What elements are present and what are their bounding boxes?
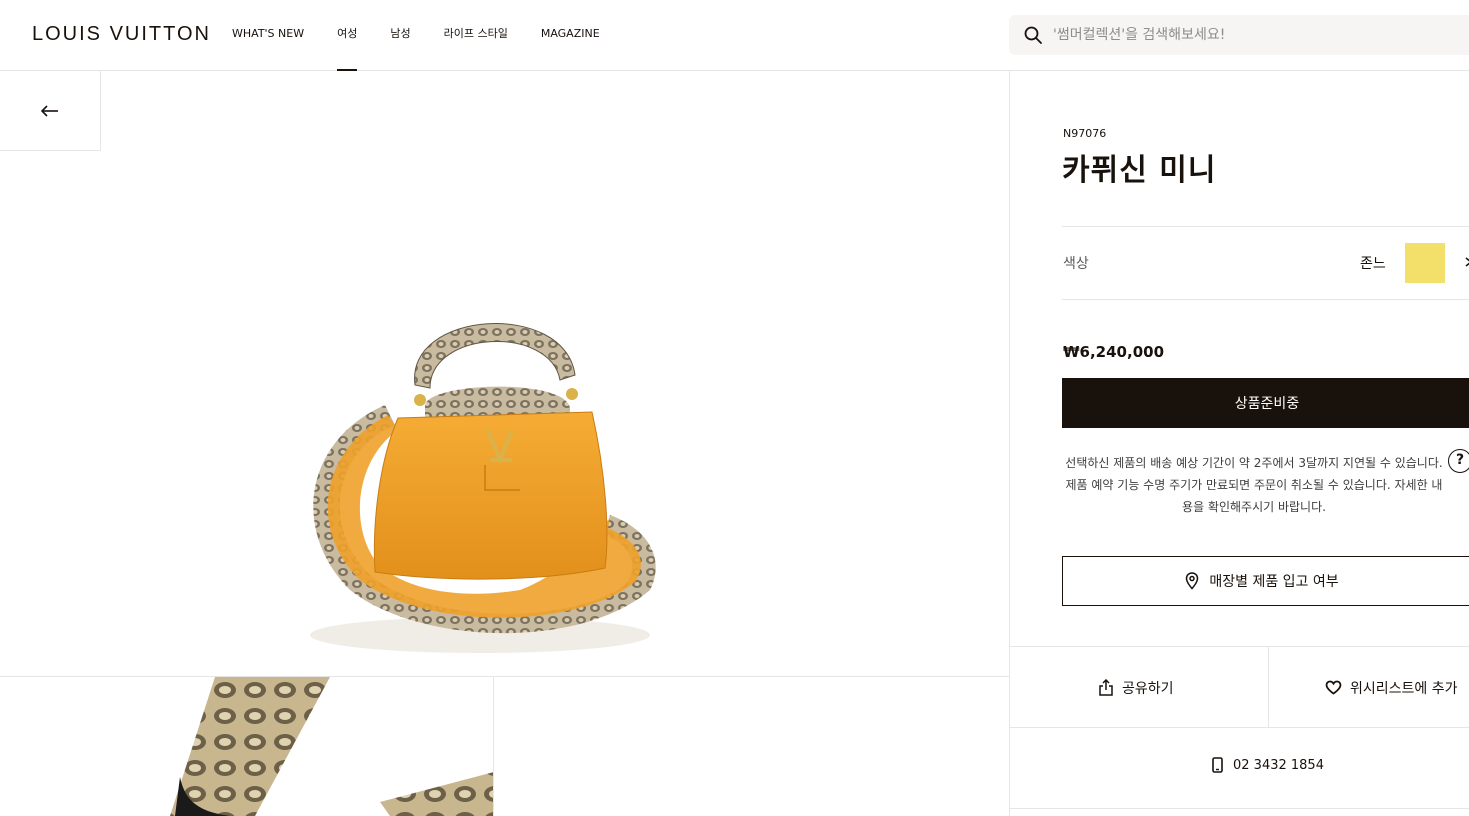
phone-number: 02 3432 1854 [1233, 757, 1324, 773]
product-title: 카퓌신 미니 [1062, 153, 1217, 188]
phone-contact[interactable]: 02 3432 1854 [1212, 757, 1324, 773]
action-row: 공유하기 위시리스트에 추가 [1010, 646, 1469, 728]
arrow-left-icon [41, 104, 58, 117]
color-value[interactable]: 존느 [1360, 253, 1386, 273]
python-detail-image [170, 677, 493, 816]
nav-item-women[interactable]: 여성 [337, 0, 358, 71]
delivery-notice: 선택하신 제품의 배송 예상 기간이 약 2주에서 3달까지 지연될 수 있습니… [1065, 456, 1443, 514]
chevron-right-icon[interactable] [1463, 252, 1469, 272]
divider [1268, 647, 1269, 728]
site-header: LOUIS VUITTON WHAT'S NEW 여성 남성 라이프 스타일 M… [0, 0, 1469, 71]
nav-item-magazine[interactable]: MAGAZINE [541, 0, 600, 71]
location-pin-icon [1186, 572, 1199, 590]
product-thumbnail-empty[interactable] [495, 677, 1009, 816]
preparing-button[interactable]: 상품준비중 [1062, 378, 1469, 428]
nav-item-men[interactable]: 남성 [390, 0, 410, 71]
share-label: 공유하기 [1122, 680, 1174, 697]
wishlist-label: 위시리스트에 추가 [1350, 680, 1458, 697]
brand-logo[interactable]: LOUIS VUITTON [32, 23, 211, 46]
share-button[interactable]: 공유하기 [1098, 647, 1174, 728]
divider [1010, 808, 1469, 809]
search-icon[interactable] [1023, 25, 1043, 45]
phone-icon [1212, 757, 1223, 773]
color-label: 색상 [1063, 256, 1089, 272]
product-main-image[interactable] [280, 290, 680, 670]
help-icon[interactable]: ? [1448, 449, 1469, 473]
main-nav: WHAT'S NEW 여성 남성 라이프 스타일 MAGAZINE [232, 0, 633, 71]
store-availability-button[interactable]: 매장별 제품 입고 여부 [1062, 556, 1469, 606]
nav-item-lifestyle[interactable]: 라이프 스타일 [444, 0, 508, 71]
nav-item-whats-new[interactable]: WHAT'S NEW [232, 0, 304, 71]
product-price: ₩6,240,000 [1063, 343, 1165, 361]
product-sku: N97076 [1063, 127, 1107, 140]
store-availability-label: 매장별 제품 입고 여부 [1209, 574, 1339, 590]
wishlist-button[interactable]: 위시리스트에 추가 [1325, 647, 1458, 728]
color-swatch[interactable] [1405, 243, 1445, 283]
share-icon [1099, 678, 1113, 696]
divider [1062, 226, 1469, 227]
product-thumbnail-detail[interactable] [0, 677, 494, 816]
product-info-panel: N97076 카퓌신 미니 색상 존느 ₩6,240,000 상품준비중 선택하… [1009, 71, 1469, 816]
search-bar [1009, 15, 1469, 55]
search-input[interactable] [1053, 15, 1469, 55]
back-button[interactable] [0, 71, 101, 151]
divider [1062, 299, 1469, 300]
heart-icon [1325, 680, 1342, 695]
